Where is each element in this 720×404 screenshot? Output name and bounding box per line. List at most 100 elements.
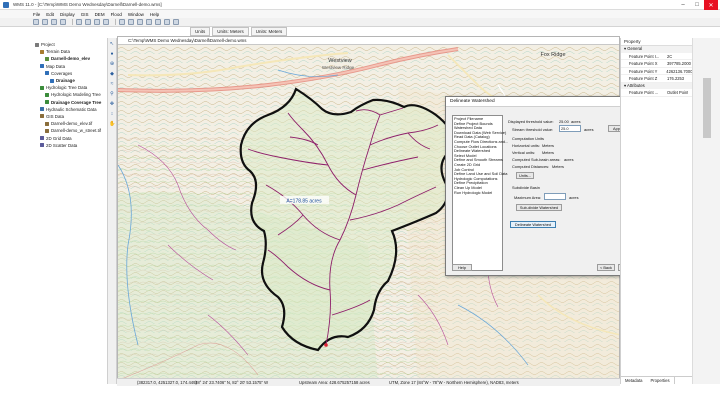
delineate-watershed-button[interactable]: Delineate Watershed xyxy=(510,221,556,228)
tree-node-icon xyxy=(45,71,49,76)
tree-item-label: Map Data xyxy=(46,63,66,69)
map-window-title: C:\Temp\WMS Demo Wednesday\Darnell\Darne… xyxy=(118,37,619,45)
property-value: 176.2253 xyxy=(667,76,685,81)
select-point-icon[interactable]: ● xyxy=(109,51,115,57)
property-key: Feature Point Z xyxy=(629,76,658,81)
tree-item[interactable]: Map Data xyxy=(33,63,107,70)
horizontal-units-label: Horizontal units: xyxy=(512,143,540,148)
menu-dem[interactable]: DEM xyxy=(95,12,105,17)
tree-node-icon xyxy=(40,114,44,119)
drag-icon[interactable]: ✋ xyxy=(109,121,115,127)
menu-window[interactable]: Window xyxy=(128,12,144,17)
menu-gis[interactable]: GIS xyxy=(81,12,89,17)
tree-node-icon xyxy=(35,42,39,47)
property-row[interactable]: Feature Point Y 4262136.7000 xyxy=(621,68,692,75)
horizontal-units-value: Meters xyxy=(542,143,554,148)
create-outlet-icon[interactable]: ⊕ xyxy=(109,61,115,67)
tree-item[interactable]: Coverages xyxy=(33,70,107,77)
model-icon[interactable] xyxy=(164,19,170,25)
max-area-label: Maximum Area: xyxy=(514,195,542,200)
outlet-point[interactable] xyxy=(324,343,328,347)
status-bar: (382317.0, 4251327.0, 174.449) 38° 24' 2… xyxy=(117,378,620,386)
property-row[interactable]: Feature Point ... Outlet Point xyxy=(621,89,692,97)
menu-edit[interactable]: Edit xyxy=(46,12,54,17)
tree-node-icon xyxy=(40,85,44,90)
menu-flood[interactable]: Flood xyxy=(111,12,122,17)
tree-item[interactable]: Terrain Data xyxy=(33,48,107,55)
tree-item[interactable]: Darnell-demo_elev xyxy=(33,55,107,62)
select-icon[interactable]: ↖ xyxy=(109,41,115,47)
stream-threshold-input[interactable]: 25.0 xyxy=(559,125,581,132)
subdivide-heading: Subdivide Basin xyxy=(512,185,540,190)
close-window-button[interactable]: ✕ xyxy=(704,0,718,10)
zoom-tool-icon[interactable]: ⚲ xyxy=(109,91,115,97)
subbasin-areas-label: Computed Sub-basin areas: xyxy=(512,157,561,162)
distances-label: Computed Distances: xyxy=(512,164,550,169)
scrollbar-thumb[interactable] xyxy=(703,78,711,138)
property-row[interactable]: Feature Point Z 176.2253 xyxy=(621,75,692,83)
tree-item-label: Darnell-demo_elev.tif xyxy=(51,121,93,127)
tab-properties[interactable]: Properties xyxy=(646,377,675,384)
refresh-icon[interactable] xyxy=(137,19,143,25)
help-button[interactable]: Help xyxy=(452,264,472,271)
zoom-icon[interactable] xyxy=(76,19,82,25)
tab-metadata[interactable]: Metadata xyxy=(621,377,646,384)
distances-value: Meters xyxy=(552,164,564,169)
right-scrollbar[interactable] xyxy=(692,38,720,384)
property-row[interactable]: Feature Point I... 2C xyxy=(621,53,692,60)
toolbar-separator xyxy=(72,19,73,25)
menu-file[interactable]: File xyxy=(33,12,40,17)
maximize-button[interactable]: □ xyxy=(690,0,704,10)
vertical-units-label: Vertical units: xyxy=(512,150,536,155)
units-button[interactable]: Units... xyxy=(516,172,534,179)
tree-item[interactable]: Project xyxy=(33,41,107,48)
tree-item[interactable]: Hydrologic Modeling Tree xyxy=(33,91,107,98)
displayed-threshold-label: Displayed threshold value: xyxy=(508,119,554,124)
ruler-icon[interactable]: ↕ xyxy=(109,111,115,117)
tree-item[interactable]: Darnell-demo_elev.tif xyxy=(33,120,107,127)
tree-item[interactable]: 2D Scatter Data xyxy=(33,142,107,149)
open-icon[interactable] xyxy=(42,19,48,25)
module-tab[interactable]: Units xyxy=(190,27,211,36)
wizard-icon[interactable] xyxy=(173,19,179,25)
minimize-button[interactable]: – xyxy=(676,0,690,10)
tree-item[interactable]: Drainage xyxy=(33,77,107,84)
display-options-icon[interactable] xyxy=(119,19,125,25)
select-stream-icon[interactable]: ≈ xyxy=(109,81,115,87)
back-button[interactable]: < Back xyxy=(597,264,615,271)
print-icon[interactable] xyxy=(60,19,66,25)
gis-icon[interactable] xyxy=(155,19,161,25)
tree-item-label: Drainage Coverage Tree xyxy=(51,99,102,105)
property-key: Feature Point I... xyxy=(629,53,660,59)
menu-display[interactable]: Display xyxy=(60,12,75,17)
menu-help[interactable]: Help xyxy=(150,12,159,17)
tree-item[interactable]: GIS Data xyxy=(33,113,107,120)
property-row[interactable]: Feature Point X 397785.2000 xyxy=(621,60,692,68)
max-area-input[interactable] xyxy=(544,193,566,200)
contours-icon[interactable] xyxy=(146,19,152,25)
module-tab[interactable]: Units: Meters xyxy=(212,27,249,36)
subdivide-watershed-button[interactable]: Sub-divide Watershed xyxy=(516,204,562,211)
wizard-steps-list[interactable]: Project Filename Define Project Bounds Wat… xyxy=(452,115,508,271)
wizard-step[interactable]: Run Hydrologic Model xyxy=(453,190,502,196)
select-basin-icon[interactable]: ◆ xyxy=(109,71,115,77)
rotate-icon[interactable] xyxy=(94,19,100,25)
tree-item[interactable]: Hydrologic Tree Data xyxy=(33,84,107,91)
properties-tabs: Metadata Properties xyxy=(621,376,692,384)
tree-node-icon xyxy=(40,136,44,141)
module-tab[interactable]: Units: Meters xyxy=(250,27,288,36)
window-title: WMS 11.0 - [C:\Temp\WMS Demo Wednesday\D… xyxy=(13,2,162,7)
pan-icon[interactable] xyxy=(85,19,91,25)
computation-units-heading: Computation Units xyxy=(512,136,545,141)
frame-icon[interactable] xyxy=(103,19,109,25)
tree-item[interactable]: 2D Grid Data xyxy=(33,134,107,141)
save-icon[interactable] xyxy=(51,19,57,25)
tree-item[interactable]: Drainage Coverage Tree xyxy=(33,99,107,106)
tree-node-icon xyxy=(45,128,49,133)
new-icon[interactable] xyxy=(33,19,39,25)
pan-tool-icon[interactable]: ✥ xyxy=(109,101,115,107)
tree-item[interactable]: Hydraulic Schematic Data xyxy=(33,106,107,113)
layers-icon[interactable] xyxy=(128,19,134,25)
property-key: Feature Point X xyxy=(629,61,658,66)
tree-item[interactable]: Darnell-demo_w_street.tif xyxy=(33,127,107,134)
